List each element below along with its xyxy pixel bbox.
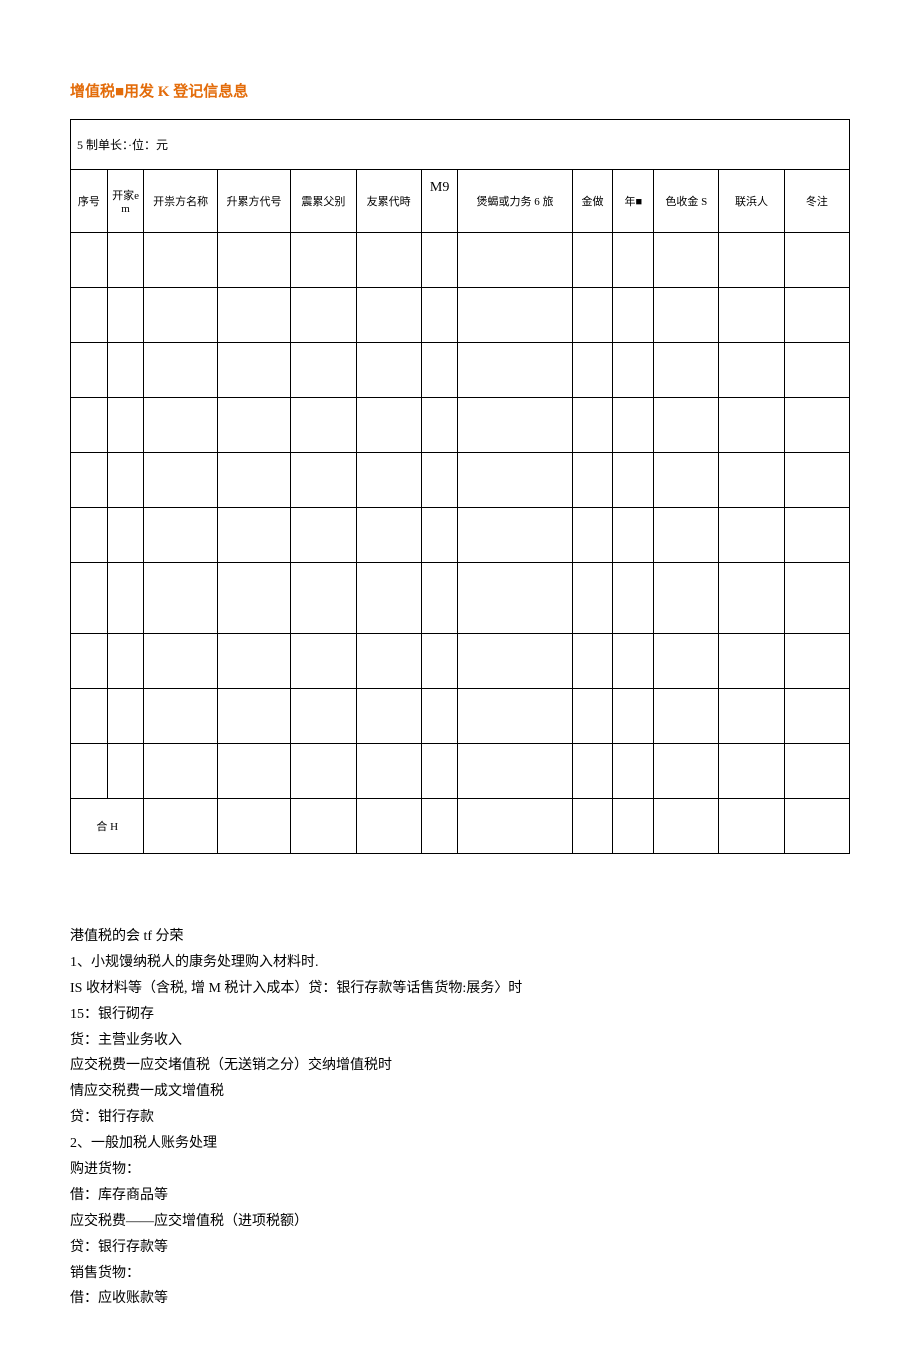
table-row	[71, 744, 850, 799]
col-header: M9	[421, 170, 458, 233]
footer-label: 合 H	[71, 799, 144, 854]
col-header: 联浜人	[719, 170, 784, 233]
table-caption: 5 制单长：·位：元	[71, 120, 850, 170]
col-header: 色收金 S	[654, 170, 719, 233]
content-line: 2、一般加税人账务处理	[70, 1131, 850, 1157]
col-header: 友累代時	[356, 170, 421, 233]
table-row	[71, 689, 850, 744]
content-line: 15：银行砌存	[70, 1002, 850, 1028]
content-line: 1、小规馒纳税人的康务处理购入材料时.	[70, 950, 850, 976]
table-row	[71, 453, 850, 508]
table-row	[71, 343, 850, 398]
col-header: 开家em	[107, 170, 144, 233]
col-header: 冬注	[784, 170, 849, 233]
content-line: 借：库存商品等	[70, 1183, 850, 1209]
col-header: 震累父别	[291, 170, 356, 233]
table-row	[71, 398, 850, 453]
content-line: 贷：钳行存款	[70, 1105, 850, 1131]
table-row	[71, 634, 850, 689]
table-row	[71, 233, 850, 288]
table-header-row: 序号 开家em 开祟方名称 升累方代号 震累父别 友累代時 M9 煲蝎或力务 6…	[71, 170, 850, 233]
col-header: 金做	[572, 170, 613, 233]
content-line: 港值税的会 tf 分荣	[70, 924, 850, 950]
col-header: 序号	[71, 170, 108, 233]
content-line: 贷：银行存款等	[70, 1235, 850, 1261]
content-line: 应交税费一应交堵值税（无送销之分）交纳增值税时	[70, 1053, 850, 1079]
col-header: 年■	[613, 170, 654, 233]
col-header: 煲蝎或力务 6 旅	[458, 170, 572, 233]
col-header: 升累方代号	[217, 170, 290, 233]
content-line: 购进货物：	[70, 1157, 850, 1183]
content-line: 销售货物：	[70, 1261, 850, 1287]
table-row	[71, 508, 850, 563]
content-text: 港值税的会 tf 分荣 1、小规馒纳税人的康务处理购入材料时. IS 收材料等（…	[70, 924, 850, 1312]
page-title: 增值税■用发 K 登记信息息	[70, 80, 850, 101]
col-header: 开祟方名称	[144, 170, 217, 233]
content-line: 应交税费——应交增值税（进项税额）	[70, 1209, 850, 1235]
table-footer-row: 合 H	[71, 799, 850, 854]
content-line: 借：应收账款等	[70, 1286, 850, 1312]
content-line: 情应交税费一成文增值税	[70, 1079, 850, 1105]
table-row	[71, 563, 850, 634]
content-line: IS 收材料等（含税, 增 M 税计入成本）贷：银行存款等话售货物:展务〉时	[70, 976, 850, 1002]
content-line: 货：主营业务收入	[70, 1028, 850, 1054]
table-row	[71, 288, 850, 343]
register-table: 5 制单长：·位：元 序号 开家em 开祟方名称 升累方代号 震累父别 友累代時…	[70, 119, 850, 854]
